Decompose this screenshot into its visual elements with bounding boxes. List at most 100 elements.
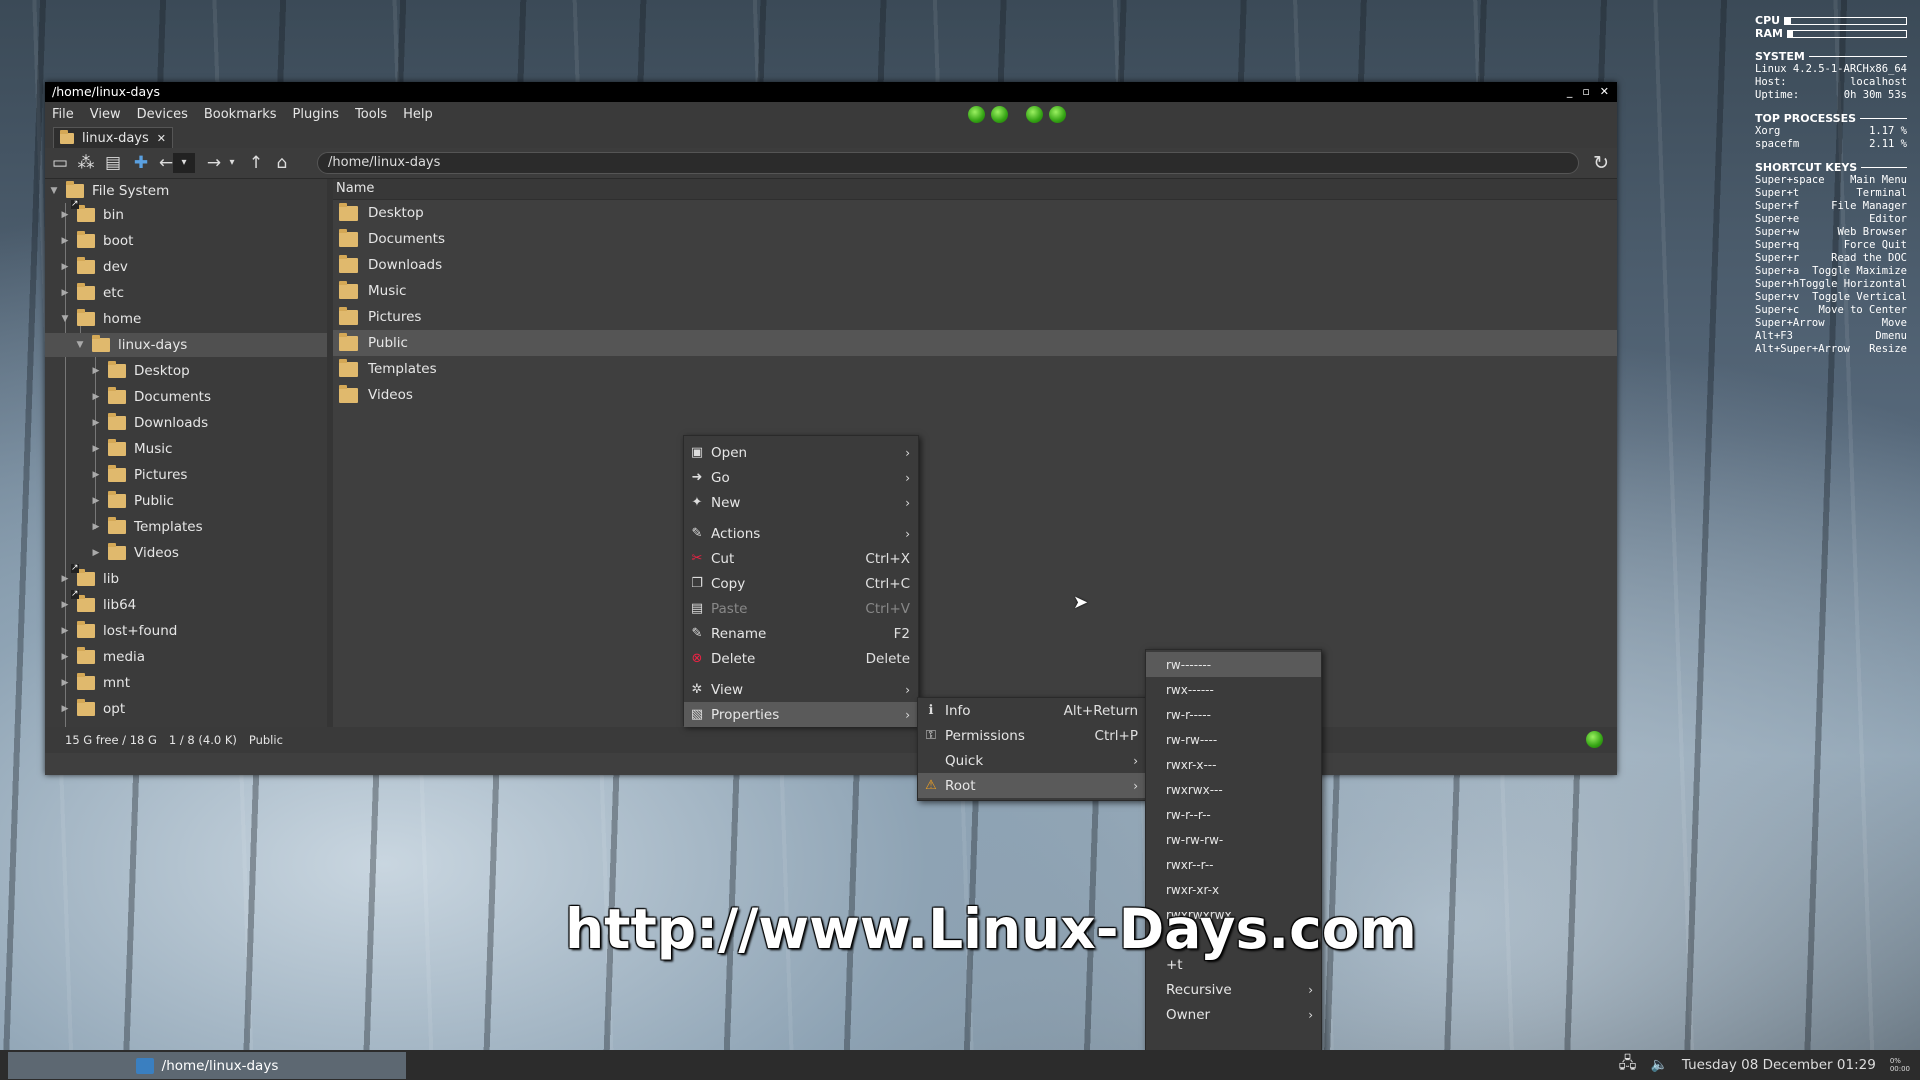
tree-item-linux-days[interactable]: ▼ linux-days <box>45 333 327 357</box>
tree-item-public[interactable]: ▶ Public <box>90 489 327 513</box>
expander-icon[interactable]: ▶ <box>90 411 102 435</box>
expander-icon[interactable]: ▶ <box>90 385 102 409</box>
file-row-documents[interactable]: Documents <box>333 226 1617 252</box>
panel-2-toggle-icon[interactable] <box>991 106 1008 123</box>
new-folder-icon[interactable]: ▤ <box>102 153 124 173</box>
expander-icon[interactable]: ▶ <box>59 697 71 721</box>
permission-item-4[interactable]: rwxr-x--- <box>1146 752 1321 777</box>
up-icon[interactable]: ↑ <box>245 153 267 173</box>
forward-history-icon[interactable]: ▾ <box>221 153 243 173</box>
menu-plugins[interactable]: Plugins <box>293 107 340 122</box>
tree-item-documents[interactable]: ▶ Documents <box>90 385 327 409</box>
back-history-icon[interactable]: ▾ <box>173 153 195 173</box>
tree-view-icon[interactable]: ⁂ <box>75 153 97 173</box>
permission-item-3[interactable]: rw-rw---- <box>1146 727 1321 752</box>
expander-icon[interactable]: ▼ <box>74 333 86 357</box>
tree-item-dev[interactable]: ▶ dev <box>59 255 327 279</box>
expander-icon[interactable]: ▶ <box>90 541 102 565</box>
file-row-pictures[interactable]: Pictures <box>333 304 1617 330</box>
tree-item-lib64[interactable]: ▶ lib64 <box>59 590 327 617</box>
menu-item-permissions[interactable]: ⚿ Permissions Ctrl+P <box>918 723 1146 748</box>
taskbar-item-file-manager[interactable]: /home/linux-days <box>8 1052 406 1079</box>
expander-icon[interactable]: ▶ <box>59 203 71 227</box>
expander-icon[interactable]: ▶ <box>59 255 71 279</box>
refresh-icon[interactable]: ↻ <box>1593 152 1609 174</box>
home-icon[interactable]: ⌂ <box>271 153 293 173</box>
tree-item-opt[interactable]: ▶ opt <box>59 697 327 721</box>
menu-item-cut[interactable]: ✂ Cut Ctrl+X <box>684 546 918 571</box>
menu-item-root[interactable]: ⚠ Root › <box>918 773 1146 798</box>
menu-view[interactable]: View <box>90 107 121 122</box>
file-row-templates[interactable]: Templates <box>333 356 1617 382</box>
file-row-public[interactable]: Public <box>333 330 1617 356</box>
menu-help[interactable]: Help <box>403 107 433 122</box>
file-row-videos[interactable]: Videos <box>333 382 1617 408</box>
expander-icon[interactable]: ▶ <box>59 229 71 253</box>
maximize-button[interactable]: ▫ <box>1582 82 1589 102</box>
expander-icon[interactable]: ▶ <box>59 567 71 591</box>
tree-item-bin[interactable]: ▶ bin <box>59 200 327 227</box>
file-row-music[interactable]: Music <box>333 278 1617 304</box>
expander-icon[interactable]: ▶ <box>90 515 102 539</box>
permission-item-13[interactable]: Recursive › <box>1146 977 1321 1002</box>
menu-item-rename[interactable]: ✎ Rename F2 <box>684 621 918 646</box>
menu-file[interactable]: File <box>52 107 74 122</box>
permission-item-1[interactable]: rwx------ <box>1146 677 1321 702</box>
minimize-button[interactable]: _ <box>1567 82 1573 102</box>
expander-icon[interactable]: ▶ <box>59 671 71 695</box>
tree-item-videos[interactable]: ▶ Videos <box>90 541 327 565</box>
permission-item-6[interactable]: rw-r--r-- <box>1146 802 1321 827</box>
permission-item-14[interactable]: Owner › <box>1146 1002 1321 1027</box>
tab-linux-days[interactable]: linux-days ✕ <box>53 127 173 148</box>
expander-icon[interactable]: ▶ <box>90 437 102 461</box>
tab-close-icon[interactable]: ✕ <box>157 132 166 145</box>
tree-item-templates[interactable]: ▶ Templates <box>90 515 327 539</box>
device-icon[interactable]: ▭ <box>49 153 71 173</box>
tree-item-music[interactable]: ▶ Music <box>90 437 327 461</box>
tree-item-media[interactable]: ▶ media <box>59 645 327 669</box>
panel-3-toggle-icon[interactable] <box>1026 106 1043 123</box>
menu-item-new[interactable]: ✦ New › <box>684 490 918 515</box>
file-row-desktop[interactable]: Desktop <box>333 200 1617 226</box>
tree-item-file-system[interactable]: ▼ File System <box>48 179 327 203</box>
permission-item-5[interactable]: rwxrwx--- <box>1146 777 1321 802</box>
panel-1-toggle-icon[interactable] <box>968 106 985 123</box>
menu-item-view[interactable]: ✲ View › <box>684 677 918 702</box>
tree-item-etc[interactable]: ▶ etc <box>59 281 327 305</box>
column-header-name[interactable]: Name <box>333 179 1617 200</box>
clock[interactable]: Tuesday 08 December 01:29 <box>1682 1057 1876 1073</box>
permission-item-0[interactable]: rw------- <box>1146 652 1321 677</box>
tree-item-downloads[interactable]: ▶ Downloads <box>90 411 327 435</box>
expander-icon[interactable]: ▶ <box>59 645 71 669</box>
tree-item-lib[interactable]: ▶ lib <box>59 564 327 591</box>
window-titlebar[interactable]: /home/linux-days _ ▫ ✕ <box>45 82 1617 102</box>
tree-item-desktop[interactable]: ▶ Desktop <box>90 359 327 383</box>
menu-devices[interactable]: Devices <box>137 107 188 122</box>
tree-item-pictures[interactable]: ▶ Pictures <box>90 463 327 487</box>
menu-item-go[interactable]: ➜ Go › <box>684 465 918 490</box>
add-tab-icon[interactable]: ✚ <box>130 153 152 173</box>
expander-icon[interactable]: ▶ <box>90 463 102 487</box>
network-icon[interactable]: 🖧 <box>1619 1052 1637 1079</box>
menu-item-delete[interactable]: ⊗ Delete Delete <box>684 646 918 671</box>
menu-item-actions[interactable]: ✎ Actions › <box>684 521 918 546</box>
menu-item-copy[interactable]: ❐ Copy Ctrl+C <box>684 571 918 596</box>
tree-item-mnt[interactable]: ▶ mnt <box>59 671 327 695</box>
expander-icon[interactable]: ▼ <box>48 179 60 203</box>
tree-item-home[interactable]: ▼ home <box>59 307 327 331</box>
permission-item-7[interactable]: rw-rw-rw- <box>1146 827 1321 852</box>
menu-item-open[interactable]: ▣ Open › <box>684 440 918 465</box>
menu-item-properties[interactable]: ▧ Properties › <box>684 702 918 727</box>
file-row-downloads[interactable]: Downloads <box>333 252 1617 278</box>
permission-item-8[interactable]: rwxr--r-- <box>1146 852 1321 877</box>
permission-item-2[interactable]: rw-r----- <box>1146 702 1321 727</box>
menu-bookmarks[interactable]: Bookmarks <box>204 107 277 122</box>
panel-4-toggle-icon[interactable] <box>1049 106 1066 123</box>
tree-item-lost-found[interactable]: ▶ lost+found <box>59 619 327 643</box>
close-button[interactable]: ✕ <box>1600 82 1609 102</box>
menu-item-info[interactable]: ℹ Info Alt+Return <box>918 698 1146 723</box>
tree-item-boot[interactable]: ▶ boot <box>59 229 327 253</box>
status-indicator-icon[interactable] <box>1586 731 1603 748</box>
expander-icon[interactable]: ▶ <box>59 281 71 305</box>
volume-icon[interactable]: 🔈 <box>1650 1057 1667 1073</box>
